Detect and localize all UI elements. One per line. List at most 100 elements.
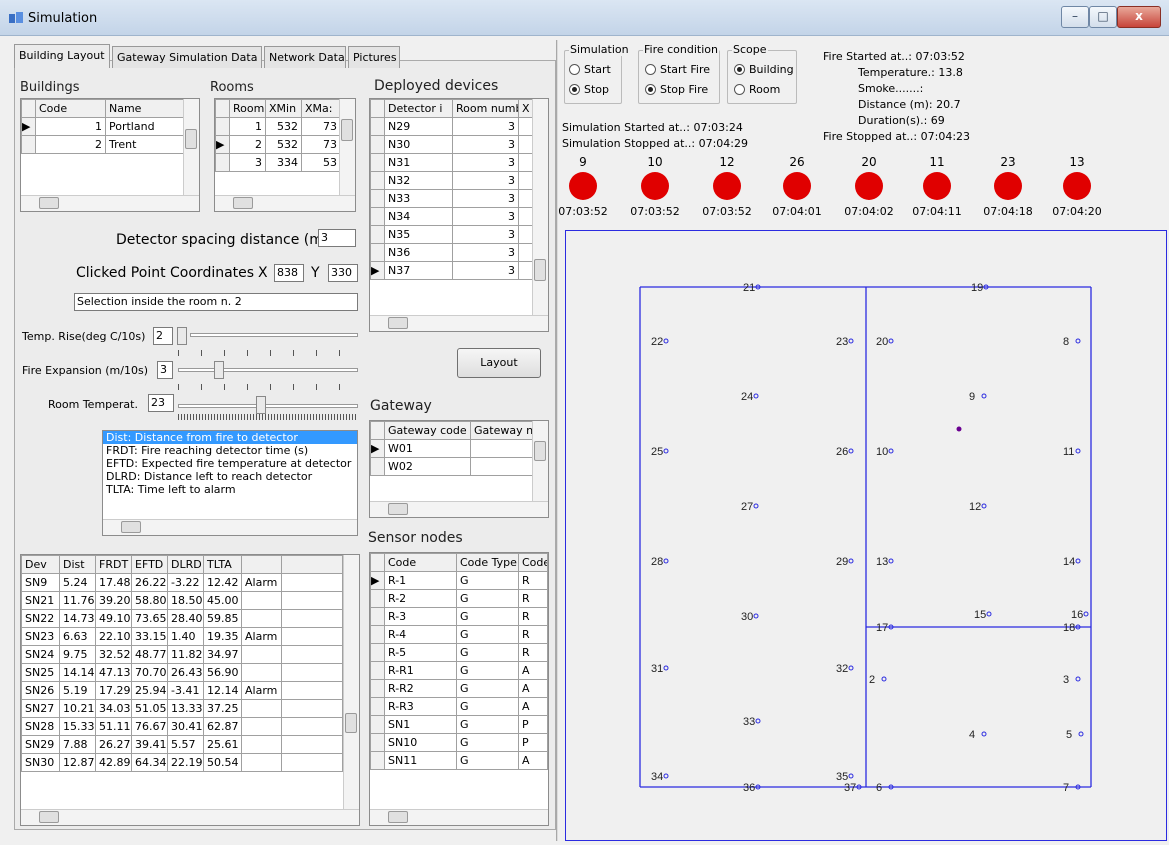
sensor-node-7[interactable]: 7 xyxy=(1063,782,1081,794)
list-item[interactable]: Dist: Distance from fire to detector xyxy=(103,431,357,444)
x-coordinate-field[interactable]: 838 xyxy=(274,264,304,282)
table-row[interactable]: SN29 7.88 26.27 39.41 5.57 25.61 xyxy=(21,735,343,754)
table-row[interactable]: W02 xyxy=(370,457,534,476)
vertical-scrollbar[interactable] xyxy=(339,99,355,195)
maximize-button[interactable]: □ xyxy=(1089,6,1117,28)
table-row[interactable]: N32 3 xyxy=(370,171,534,190)
sensor-node-8[interactable]: 8 xyxy=(1063,336,1081,348)
stop-fire-radio[interactable]: Stop Fire xyxy=(645,83,708,96)
table-row[interactable]: R-R2 G A xyxy=(370,679,548,698)
col-header-code[interactable]: Code xyxy=(384,553,457,572)
table-row[interactable]: R-R1 G A xyxy=(370,661,548,680)
sensor-node-3[interactable]: 3 xyxy=(1063,674,1081,686)
sensor-node-2[interactable]: 2 xyxy=(869,674,887,686)
sensor-node-36[interactable]: 36 xyxy=(743,782,761,794)
sensor-node-25[interactable]: 25 xyxy=(651,446,669,458)
sensor-node-16[interactable]: 16 xyxy=(1071,609,1089,621)
layout-button[interactable]: Layout xyxy=(457,348,541,378)
room-temp-slider[interactable] xyxy=(178,404,358,408)
table-row[interactable]: SN27 10.21 34.03 51.05 13.33 37.25 xyxy=(21,699,343,718)
scope-room-radio[interactable]: Room xyxy=(734,83,780,96)
tab-network-data[interactable]: Network Data xyxy=(264,46,346,68)
simulation-stop-radio[interactable]: Stop xyxy=(569,83,609,96)
table-row[interactable]: SN24 9.75 32.52 48.77 11.82 34.97 xyxy=(21,645,343,664)
table-row[interactable]: SN21 11.76 39.20 58.80 18.50 45.00 xyxy=(21,591,343,610)
horizontal-scrollbar[interactable] xyxy=(370,809,548,825)
deployed-devices-grid[interactable]: Detector iRoom numberX N293N303N313N323N… xyxy=(369,98,549,332)
sensor-node-31[interactable]: 31 xyxy=(651,663,669,675)
col-header-gateway-name[interactable]: Gateway n xyxy=(470,421,534,440)
y-coordinate-field[interactable]: 330 xyxy=(328,264,358,282)
table-row[interactable]: SN30 12.87 42.89 64.34 22.19 50.54 xyxy=(21,753,343,772)
fire-expansion-input[interactable]: 3 xyxy=(157,361,173,379)
table-row[interactable]: N36 3 xyxy=(370,243,534,262)
table-row[interactable]: R-4 G R xyxy=(370,625,548,644)
col-header-dev[interactable]: Dev xyxy=(21,555,60,574)
vertical-scrollbar[interactable] xyxy=(532,421,548,501)
simulation-start-radio[interactable]: Start xyxy=(569,63,611,76)
table-row[interactable]: ▶ 1 Portland xyxy=(21,117,185,136)
table-row[interactable]: SN1 G P xyxy=(370,715,548,734)
table-row[interactable]: SN26 5.19 17.29 25.94 -3.41 12.14 Alarm xyxy=(21,681,343,700)
sensor-node-11[interactable]: 11 xyxy=(1063,446,1081,458)
col-header-code[interactable]: Code xyxy=(35,99,106,118)
sensor-node-15[interactable]: 15 xyxy=(974,609,992,621)
sensor-node-13[interactable]: 13 xyxy=(876,556,894,568)
table-row[interactable]: R-5 G R xyxy=(370,643,548,662)
sensor-node-37[interactable]: 37 xyxy=(844,782,862,794)
start-fire-radio[interactable]: Start Fire xyxy=(645,63,710,76)
table-row[interactable]: N31 3 xyxy=(370,153,534,172)
table-row[interactable]: SN22 14.73 49.10 73.65 28.40 59.85 xyxy=(21,609,343,628)
temp-rise-slider-thumb[interactable] xyxy=(177,327,187,345)
vertical-scrollbar[interactable] xyxy=(532,99,548,315)
scope-building-radio[interactable]: Building xyxy=(734,63,794,76)
table-row[interactable]: SN28 15.33 51.11 76.67 30.41 62.87 xyxy=(21,717,343,736)
sensor-node-20[interactable]: 20 xyxy=(876,336,894,348)
sensor-node-21[interactable]: 21 xyxy=(743,282,761,294)
table-row[interactable]: ▶ 2 532 73 xyxy=(215,135,341,154)
col-header-gateway-code[interactable]: Gateway code xyxy=(384,421,471,440)
list-item[interactable]: EFTD: Expected fire temperature at detec… xyxy=(103,457,357,470)
col-header-room[interactable]: Room xyxy=(229,99,266,118)
sensor-node-27[interactable]: 27 xyxy=(741,501,759,513)
sensor-node-28[interactable]: 28 xyxy=(651,556,669,568)
horizontal-scrollbar[interactable] xyxy=(21,195,199,211)
table-row[interactable]: R-3 G R xyxy=(370,607,548,626)
table-row[interactable]: R-R3 G A xyxy=(370,697,548,716)
table-row[interactable]: SN9 5.24 17.48 26.22 -3.22 12.42 Alarm xyxy=(21,573,343,592)
sensor-node-10[interactable]: 10 xyxy=(876,446,894,458)
vertical-scrollbar[interactable] xyxy=(183,99,199,195)
sensor-node-33[interactable]: 33 xyxy=(743,716,761,728)
col-header-xmin[interactable]: XMin xyxy=(265,99,302,118)
col-header-xmax[interactable]: XMa: xyxy=(301,99,341,118)
table-row[interactable]: ▶ R-1 G R xyxy=(370,571,548,590)
tab-building-layout[interactable]: Building Layout xyxy=(14,44,110,68)
col-header-frdt[interactable]: FRDT xyxy=(95,555,132,574)
table-row[interactable]: ▶ N37 3 xyxy=(370,261,534,280)
floor-plan-canvas[interactable]: 21 19 22 23 20 8 24 9 25 26 10 11 27 12 28 29 13 14 30 15 17… xyxy=(565,230,1167,841)
sensor-node-6[interactable]: 6 xyxy=(876,782,894,794)
rooms-grid[interactable]: Room XMin XMa: 1 532 73 ▶ 2 532 73 3 334 53 xyxy=(214,98,356,212)
sensor-node-18[interactable]: 18 xyxy=(1063,622,1081,634)
table-row[interactable]: N33 3 xyxy=(370,189,534,208)
horizontal-scrollbar[interactable] xyxy=(21,809,359,825)
temp-rise-input[interactable]: 2 xyxy=(153,327,173,345)
tab-gateway-simulation-data[interactable]: Gateway Simulation Data xyxy=(112,46,262,68)
sensor-node-26[interactable]: 26 xyxy=(836,446,854,458)
room-temp-slider-thumb[interactable] xyxy=(256,396,266,414)
sensor-node-17[interactable]: 17 xyxy=(876,622,894,634)
col-header-detector[interactable]: Detector i xyxy=(384,99,453,118)
fire-expansion-slider-thumb[interactable] xyxy=(214,361,224,379)
minimize-button[interactable]: – xyxy=(1061,6,1089,28)
temp-rise-slider[interactable] xyxy=(190,333,358,337)
table-row[interactable]: 2 Trent xyxy=(21,135,185,154)
horizontal-scrollbar[interactable] xyxy=(370,315,548,331)
sensor-node-9[interactable]: 9 xyxy=(969,391,987,403)
table-row[interactable]: 3 334 53 xyxy=(215,153,341,172)
table-row[interactable]: SN23 6.63 22.10 33.15 1.40 19.35 Alarm xyxy=(21,627,343,646)
sensor-node-4[interactable]: 4 xyxy=(969,729,987,741)
vertical-scrollbar[interactable] xyxy=(343,555,359,809)
close-button[interactable]: x xyxy=(1117,6,1161,28)
sensor-node-14[interactable]: 14 xyxy=(1063,556,1081,568)
table-row[interactable]: N34 3 xyxy=(370,207,534,226)
